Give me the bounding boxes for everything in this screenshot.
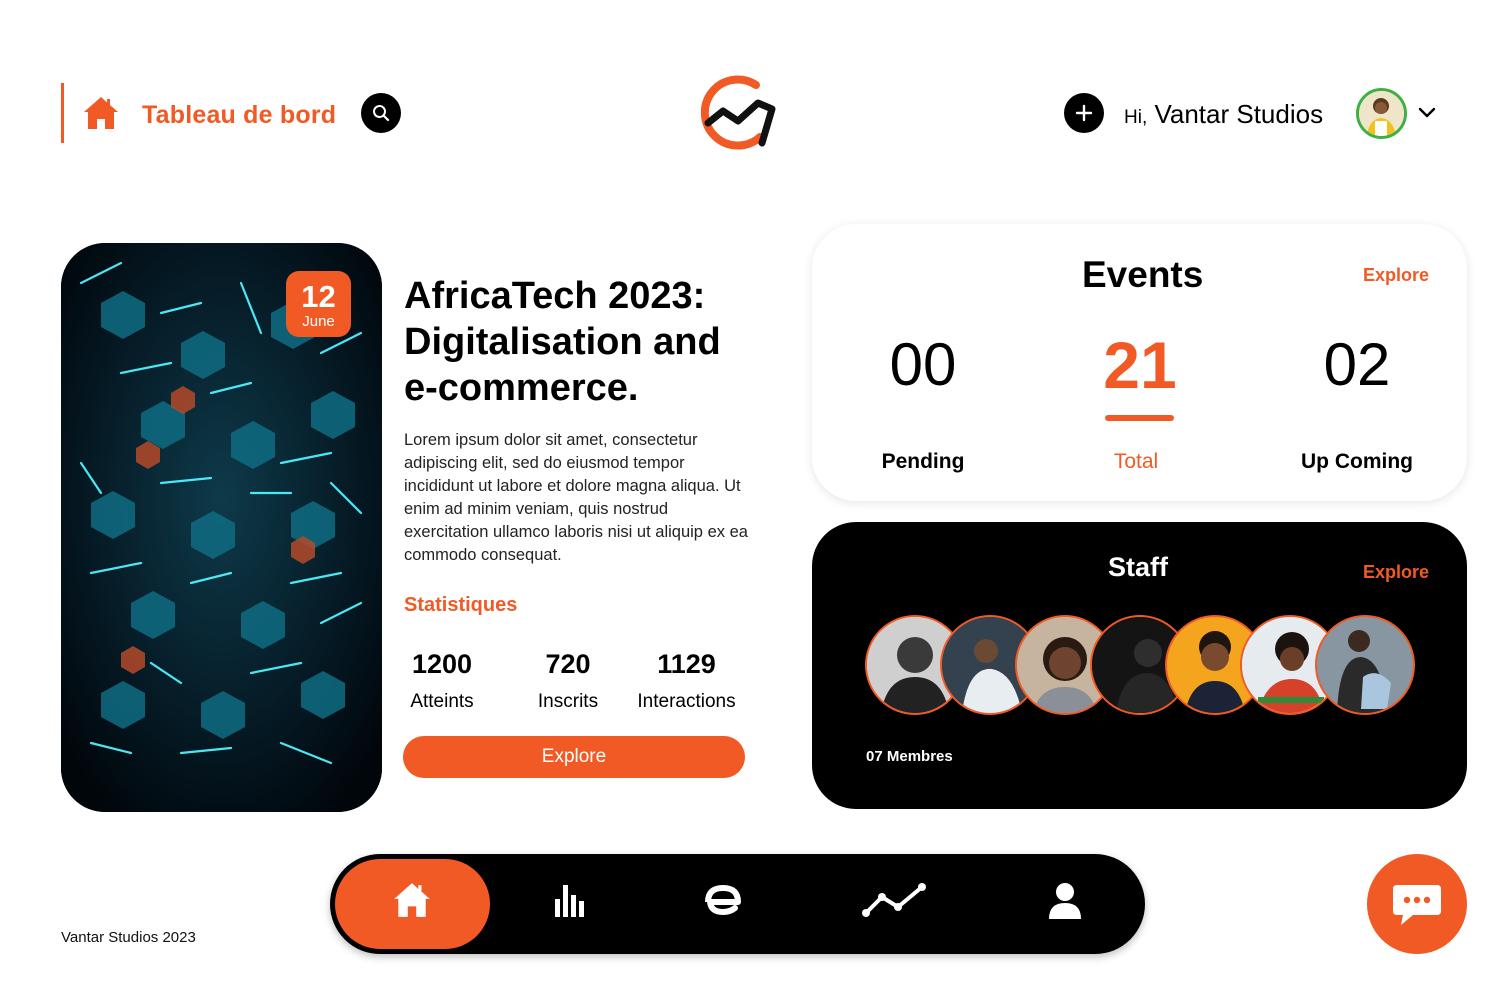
- staff-card-title: Staff: [1108, 552, 1168, 582]
- bar-chart-icon: [555, 885, 584, 917]
- chat-bubble-icon: [1393, 885, 1441, 925]
- event-date-day: 12: [301, 279, 336, 314]
- greeting-prefix: Hi,: [1124, 107, 1148, 128]
- stats-heading: Statistiques: [404, 594, 518, 616]
- search-button[interactable]: [361, 93, 401, 133]
- stat-value-interactions: 1129: [657, 649, 716, 679]
- nav-item-profile[interactable]: [1035, 875, 1095, 925]
- stat-value-atteints: 1200: [411, 649, 473, 679]
- footer-copyright: Vantar Studios 2023: [61, 929, 196, 946]
- stat-label-atteints: Atteints: [410, 691, 474, 712]
- events-label-upcoming[interactable]: Up Coming: [1287, 450, 1427, 474]
- events-label-pending[interactable]: Pending: [863, 450, 983, 474]
- user-icon: [1049, 883, 1081, 919]
- events-explore-link[interactable]: Explore: [1363, 265, 1429, 286]
- page-title: Tableau de bord: [142, 101, 337, 129]
- home-icon[interactable]: [82, 95, 120, 131]
- staff-explore-link[interactable]: Explore: [1363, 562, 1429, 583]
- chevron-down-icon[interactable]: [1416, 101, 1438, 123]
- member-photo: [1317, 617, 1413, 713]
- user-greeting: Hi, Vantar Studios: [1124, 99, 1323, 130]
- event-description: Lorem ipsum dolor sit amet, consectetur …: [404, 431, 748, 564]
- event-date-month: June: [302, 313, 335, 330]
- stat-label-inscrits: Inscrits: [537, 691, 599, 712]
- events-count-upcoming: 02: [1323, 331, 1391, 398]
- nav-item-activity[interactable]: [862, 875, 928, 925]
- chat-button[interactable]: [1367, 854, 1467, 954]
- event-date-badge: 12 June: [286, 271, 351, 337]
- nav-item-events[interactable]: [693, 875, 753, 925]
- events-label-total[interactable]: Total: [1076, 450, 1196, 474]
- e-icon: [705, 884, 741, 916]
- events-card-title: Events: [1082, 254, 1204, 295]
- trend-line-icon: [862, 883, 926, 917]
- event-explore-button[interactable]: Explore: [403, 736, 745, 778]
- nav-item-home[interactable]: [382, 875, 442, 925]
- add-button[interactable]: [1064, 93, 1104, 133]
- event-title: AfricaTech 2023: Digitalisation and e-co…: [404, 275, 721, 409]
- user-name: Vantar Studios: [1154, 99, 1324, 129]
- staff-members-count: 07 Membres: [866, 748, 953, 765]
- search-icon: [373, 105, 390, 122]
- home-icon: [394, 883, 430, 917]
- app-logo[interactable]: [698, 73, 778, 153]
- stat-value-inscrits: 720: [545, 649, 591, 679]
- plus-icon: [1075, 104, 1093, 122]
- total-active-indicator: [1105, 415, 1174, 421]
- stat-label-interactions: Interactions: [637, 691, 736, 712]
- nav-item-statistics[interactable]: [540, 875, 600, 925]
- user-avatar[interactable]: [1356, 88, 1407, 139]
- avatar-image: [1359, 91, 1404, 136]
- header-accent-bar: [61, 83, 64, 143]
- events-count-pending: 00: [889, 331, 957, 398]
- staff-member-avatar[interactable]: [1315, 615, 1415, 715]
- events-count-total: 21: [1103, 328, 1177, 402]
